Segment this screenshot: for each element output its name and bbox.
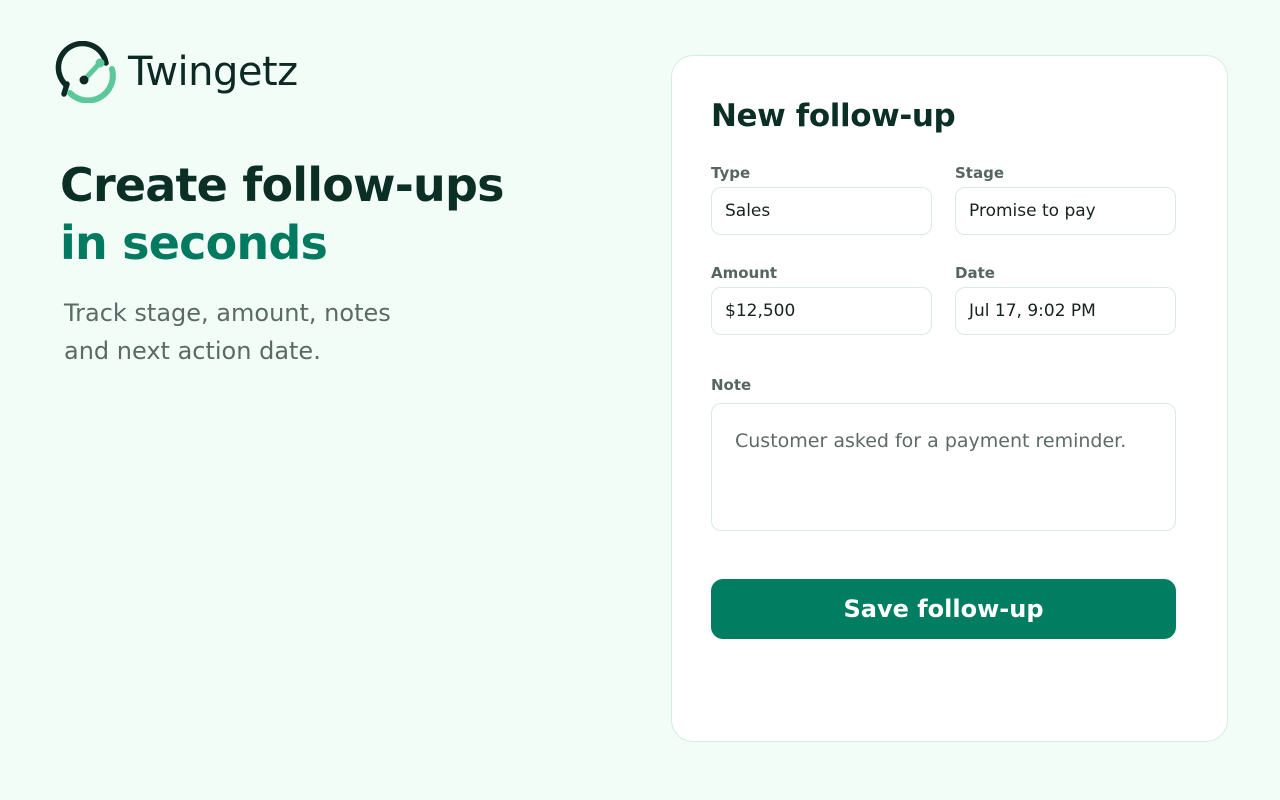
hero-title-line2: in seconds	[60, 216, 328, 270]
hero-title-line1: Create follow-ups	[60, 158, 504, 212]
page: Twingetz Create follow-ups in seconds Tr…	[0, 0, 1280, 800]
loop-arrow-logo-icon	[55, 41, 116, 103]
hero-subtitle-line1: Track stage, amount, notes	[64, 299, 391, 327]
date-field[interactable]: Jul 17, 9:02 PM	[955, 287, 1176, 335]
stage-field[interactable]: Promise to pay	[955, 187, 1176, 235]
stage-label: Stage	[955, 164, 1005, 182]
form-title: New follow-up	[711, 98, 956, 134]
note-textarea[interactable]: Customer asked for a payment reminder.	[711, 403, 1176, 531]
follow-up-form-card: New follow-up Type Sales Stage Promise t…	[671, 55, 1228, 742]
hero-title: Create follow-ups in seconds	[60, 156, 620, 272]
hero-subtitle-line2: and next action date.	[64, 337, 321, 365]
note-label: Note	[711, 376, 752, 394]
brand: Twingetz	[54, 41, 298, 103]
brand-name: Twingetz	[128, 49, 298, 95]
amount-field[interactable]: $12,500	[711, 287, 932, 335]
date-label: Date	[955, 264, 995, 282]
type-field[interactable]: Sales	[711, 187, 932, 235]
amount-label: Amount	[711, 264, 778, 282]
type-label: Type	[711, 164, 751, 182]
hero-subtitle: Track stage, amount, notes and next acti…	[64, 294, 424, 370]
save-follow-up-button[interactable]: Save follow-up	[711, 579, 1176, 639]
